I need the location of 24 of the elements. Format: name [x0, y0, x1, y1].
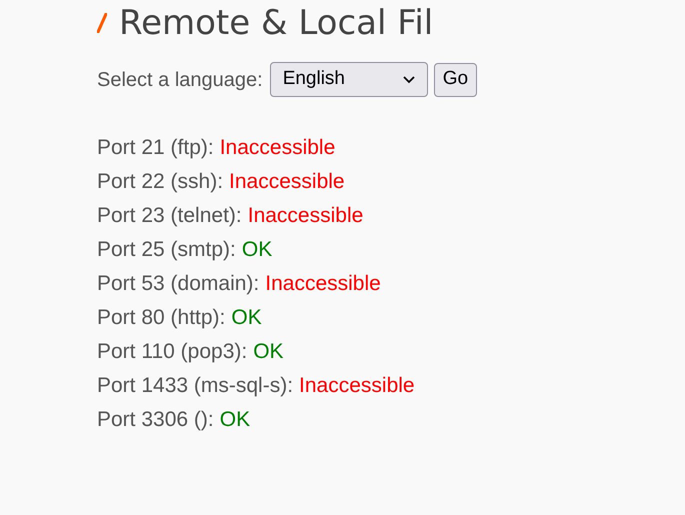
- port-status: OK: [253, 339, 284, 366]
- port-label: Port 110 (pop3):: [97, 339, 248, 366]
- port-status: OK: [242, 237, 272, 264]
- port-label: Port 23 (telnet):: [97, 203, 242, 230]
- page-heading: Remote & Local Fil: [119, 6, 434, 40]
- port-label: Port 22 (ssh):: [97, 169, 224, 196]
- port-label: Port 53 (domain):: [97, 271, 260, 298]
- language-select[interactable]: English: [270, 62, 428, 97]
- port-status: Inaccessible: [265, 271, 381, 298]
- port-status: Inaccessible: [248, 203, 364, 230]
- go-button[interactable]: Go: [434, 62, 478, 96]
- port-status: Inaccessible: [220, 135, 336, 162]
- port-status: Inaccessible: [229, 169, 345, 196]
- chevron-down-icon: [402, 76, 415, 84]
- port-label: Port 1433 (ms-sql-s):: [97, 373, 294, 400]
- port-label: Port 3306 ():: [97, 407, 214, 434]
- port-status: OK: [231, 305, 262, 332]
- language-label: Select a language:: [97, 68, 263, 92]
- port-label: Port 25 (smtp):: [97, 237, 236, 264]
- port-status: OK: [220, 407, 250, 434]
- slash-icon: [97, 13, 107, 33]
- port-label: Port 80 (http):: [97, 305, 226, 332]
- port-status: Inaccessible: [299, 373, 415, 400]
- port-label: Port 21 (ftp):: [97, 135, 214, 162]
